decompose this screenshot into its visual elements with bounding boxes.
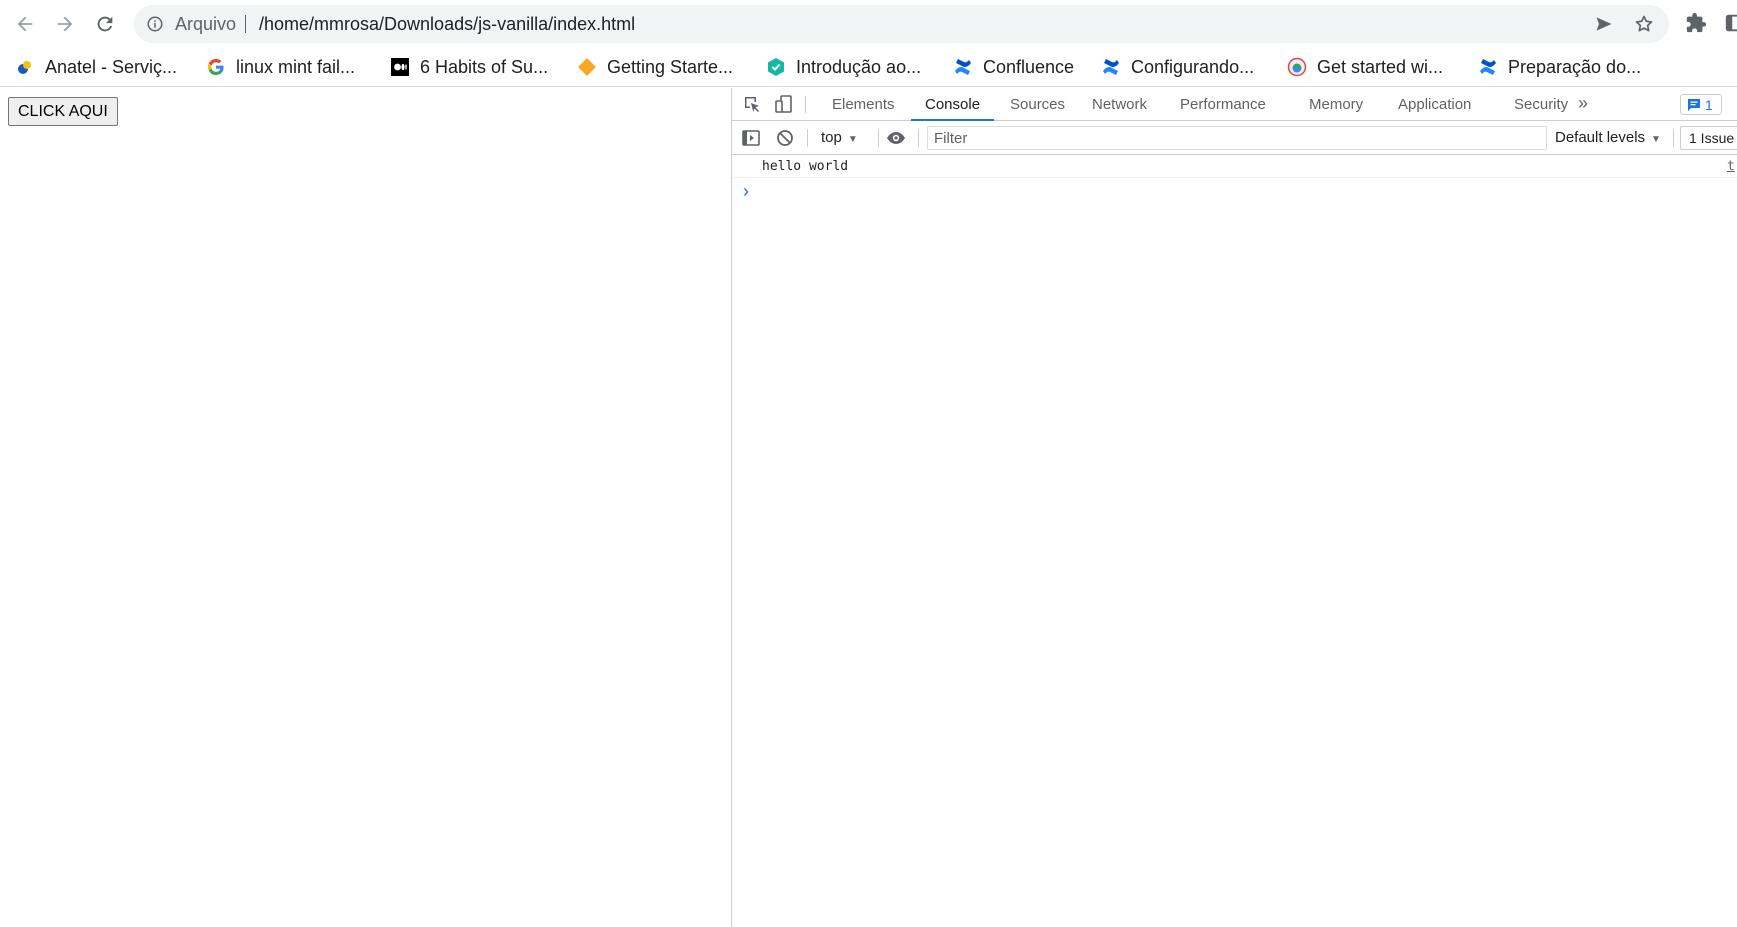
bookmark-label: Getting Starte... <box>607 56 734 77</box>
reload-icon <box>97 16 113 32</box>
back-button[interactable] <box>9 8 41 40</box>
bookmark-item[interactable]: Anatel - Serviç... <box>15 47 177 87</box>
console-filter-input[interactable] <box>927 126 1547 150</box>
issues-count: 1 <box>1705 96 1713 113</box>
console-toolbar: top ▼ Default levels ▼ 1 Issue <box>732 121 1737 155</box>
back-arrow-icon <box>17 16 33 32</box>
inspect-element-icon[interactable] <box>742 94 762 114</box>
tab-security[interactable]: Security <box>1500 88 1582 121</box>
tab-performance[interactable]: Performance <box>1166 88 1280 121</box>
bookmark-item[interactable]: Get started wi... <box>1287 47 1443 87</box>
tab-sources[interactable]: Sources <box>996 88 1079 121</box>
bookmark-label: Configurando... <box>1131 56 1255 77</box>
toolbar-divider <box>805 96 806 113</box>
click-aqui-button[interactable]: CLICK AQUI <box>8 97 118 126</box>
context-selector[interactable]: top ▼ <box>821 121 858 157</box>
log-levels-dropdown[interactable]: Default levels ▼ <box>1555 121 1661 157</box>
clear-console-icon[interactable] <box>775 128 795 148</box>
bookmarks-bar: Anatel - Serviç... linux mint fail... 6 … <box>0 47 1737 87</box>
tab-elements[interactable]: Elements <box>818 88 909 121</box>
console-log-source-link[interactable]: t <box>1727 155 1735 178</box>
extensions-puzzle-icon[interactable] <box>1685 12 1707 34</box>
toolbar-divider <box>807 129 808 147</box>
confluence-favicon-icon <box>953 57 973 77</box>
message-icon <box>1688 98 1700 111</box>
console-log-message: hello world <box>762 159 849 174</box>
bookmark-label: linux mint fail... <box>236 56 356 77</box>
bookmark-label: Preparação do... <box>1508 56 1642 77</box>
bookmark-label: Confluence <box>983 56 1075 77</box>
bookmark-label: Get started wi... <box>1317 56 1444 77</box>
confluence-favicon-icon <box>1101 57 1121 77</box>
devtools-tab-bar: Elements Console Sources Network Perform… <box>732 88 1737 121</box>
side-panel-icon[interactable] <box>1724 12 1737 34</box>
devtools-panel: Elements Console Sources Network Perform… <box>731 88 1737 927</box>
tab-memory[interactable]: Memory <box>1295 88 1377 121</box>
tab-application[interactable]: Application <box>1384 88 1485 121</box>
issues-count-badge[interactable]: 1 <box>1680 94 1722 115</box>
bookmark-item[interactable]: Confluence <box>953 47 1074 87</box>
caret-down-icon: ▼ <box>1651 134 1661 145</box>
toolbar-divider <box>918 129 919 147</box>
log-levels-label: Default levels <box>1555 129 1646 146</box>
confluence-favicon-icon <box>1478 57 1498 77</box>
forward-arrow-icon <box>57 16 73 32</box>
url-text[interactable]: /home/mmrosa/Downloads/js-vanilla/index.… <box>259 5 635 43</box>
anatel-favicon-icon <box>15 57 35 77</box>
bookmark-item[interactable]: linux mint fail... <box>206 47 355 87</box>
bookmark-item[interactable]: Preparação do... <box>1478 47 1641 87</box>
url-scheme-label: Arquivo <box>175 14 237 34</box>
bookmark-item[interactable]: Getting Starte... <box>577 47 733 87</box>
more-tabs-chevron-icon[interactable]: » <box>1578 88 1588 121</box>
context-label: top <box>821 129 842 146</box>
diamond-favicon-icon <box>577 57 597 77</box>
bookmark-item[interactable]: 6 Habits of Su... <box>390 47 548 87</box>
reload-button[interactable] <box>89 8 121 40</box>
device-toolbar-icon[interactable] <box>774 94 794 114</box>
bookmark-label: Introdução ao... <box>796 56 922 77</box>
url-separator <box>245 15 246 33</box>
hexagon-favicon-icon <box>766 57 786 77</box>
browser-toolbar: Arquivo /home/mmrosa/Downloads/js-vanill… <box>0 0 1737 47</box>
tab-network[interactable]: Network <box>1078 88 1161 121</box>
bookmark-item[interactable]: Configurando... <box>1101 47 1254 87</box>
caret-down-icon: ▼ <box>847 134 858 145</box>
bookmark-label: Anatel - Serviç... <box>45 56 178 77</box>
star-icon[interactable] <box>1634 14 1654 34</box>
bookmark-item[interactable]: Introdução ao... <box>766 47 921 87</box>
forward-button[interactable] <box>49 8 81 40</box>
page-viewport: CLICK AQUI <box>0 88 731 927</box>
google-favicon-icon <box>206 57 226 77</box>
info-icon[interactable] <box>146 15 164 33</box>
address-bar[interactable]: Arquivo /home/mmrosa/Downloads/js-vanill… <box>134 5 1669 43</box>
eye-icon[interactable] <box>886 128 906 148</box>
globe-favicon-icon <box>1287 57 1307 77</box>
medium-favicon-icon <box>390 57 410 77</box>
console-log-row: hello world t <box>732 155 1737 178</box>
sidebar-toggle-icon[interactable] <box>741 128 761 148</box>
bookmark-label: 6 Habits of Su... <box>420 56 549 77</box>
tab-console[interactable]: Console <box>911 88 995 121</box>
toolbar-divider <box>1673 129 1674 147</box>
console-prompt-chevron-icon[interactable]: › <box>743 179 749 203</box>
toolbar-divider <box>878 129 879 147</box>
send-icon[interactable] <box>1594 14 1614 34</box>
issues-button[interactable]: 1 Issue <box>1680 126 1737 150</box>
